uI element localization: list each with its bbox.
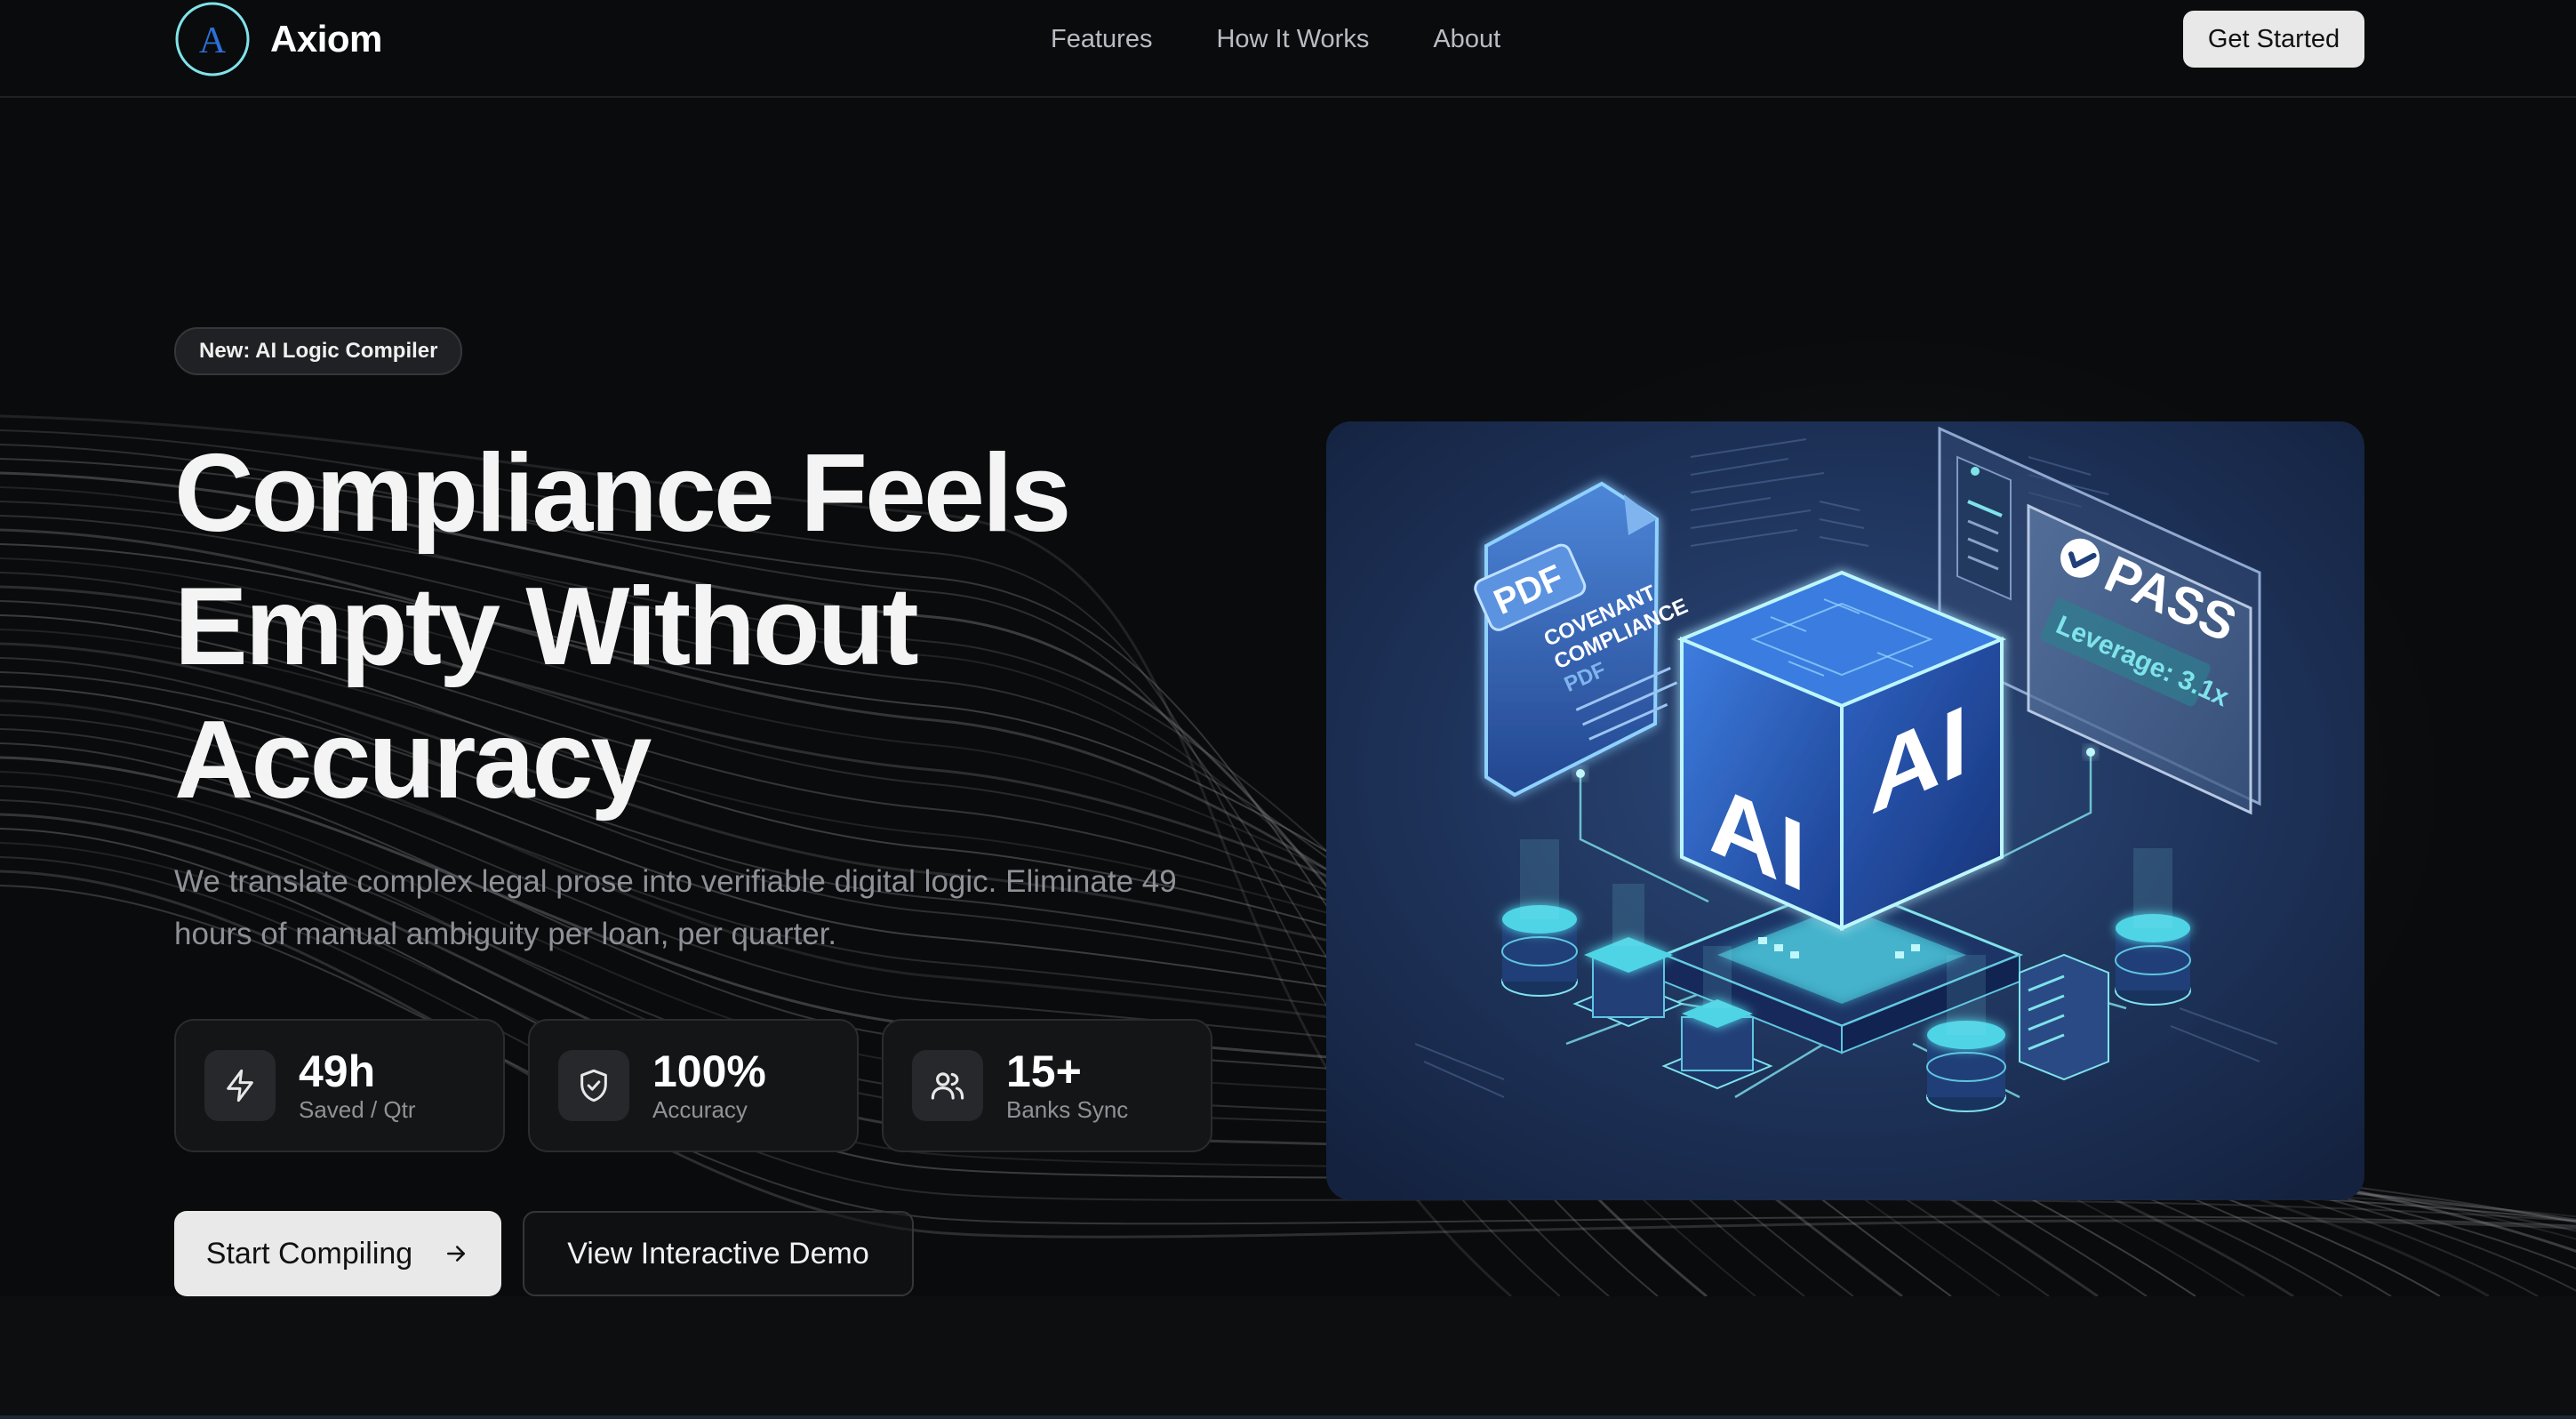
lightning-icon xyxy=(204,1050,276,1121)
stat-card-time-saved: 49h Saved / Qtr xyxy=(174,1019,505,1152)
hero-title-line: Compliance Feels xyxy=(174,432,1071,555)
stat-card-accuracy: 100% Accuracy xyxy=(528,1019,859,1152)
brand[interactable]: A Axiom xyxy=(174,0,382,78)
nav-links: Features How It Works About xyxy=(1051,0,1500,78)
nav-link-how-it-works[interactable]: How It Works xyxy=(1216,25,1369,54)
stat-label: Banks Sync xyxy=(1006,1096,1129,1123)
stat-card-banks: 15+ Banks Sync xyxy=(882,1019,1212,1152)
brand-name: Axiom xyxy=(270,18,382,60)
users-icon xyxy=(912,1050,983,1121)
hero-title: Compliance Feels Empty Without Accuracy xyxy=(174,427,1330,827)
nav-link-features[interactable]: Features xyxy=(1051,25,1152,54)
bottom-edge xyxy=(0,1415,2576,1419)
nav-link-about[interactable]: About xyxy=(1433,25,1500,54)
stat-label: Saved / Qtr xyxy=(299,1096,416,1123)
hero-illustration: PASS Leverage: 3.1x PDF COVENANT COMPLIA… xyxy=(1326,421,2364,1200)
hero-title-line: Accuracy xyxy=(174,699,652,822)
shield-check-icon xyxy=(558,1050,629,1121)
svg-text:A: A xyxy=(199,20,227,61)
start-compiling-label: Start Compiling xyxy=(205,1236,413,1271)
stat-value: 49h xyxy=(299,1046,376,1096)
view-demo-button[interactable]: View Interactive Demo xyxy=(523,1211,914,1296)
arrow-right-icon xyxy=(447,1246,466,1262)
hero-title-line: Empty Without xyxy=(174,565,919,688)
stat-value: 100% xyxy=(652,1046,766,1096)
stats-row: 49h Saved / Qtr 100% Accuracy 15+ Banks … xyxy=(174,1019,1212,1152)
get-started-button[interactable]: Get Started xyxy=(2183,11,2364,68)
stat-label: Accuracy xyxy=(652,1096,748,1123)
top-nav: A Axiom Features How It Works About Get … xyxy=(0,0,2576,98)
lower-section-band xyxy=(0,1296,2576,1419)
start-compiling-button[interactable]: Start Compiling xyxy=(174,1211,501,1296)
hero-subtitle: We translate complex legal prose into ve… xyxy=(174,864,1177,951)
stat-value: 15+ xyxy=(1006,1046,1082,1096)
axiom-logo-icon: A xyxy=(175,2,250,76)
announcement-badge[interactable]: New: AI Logic Compiler xyxy=(174,327,463,375)
